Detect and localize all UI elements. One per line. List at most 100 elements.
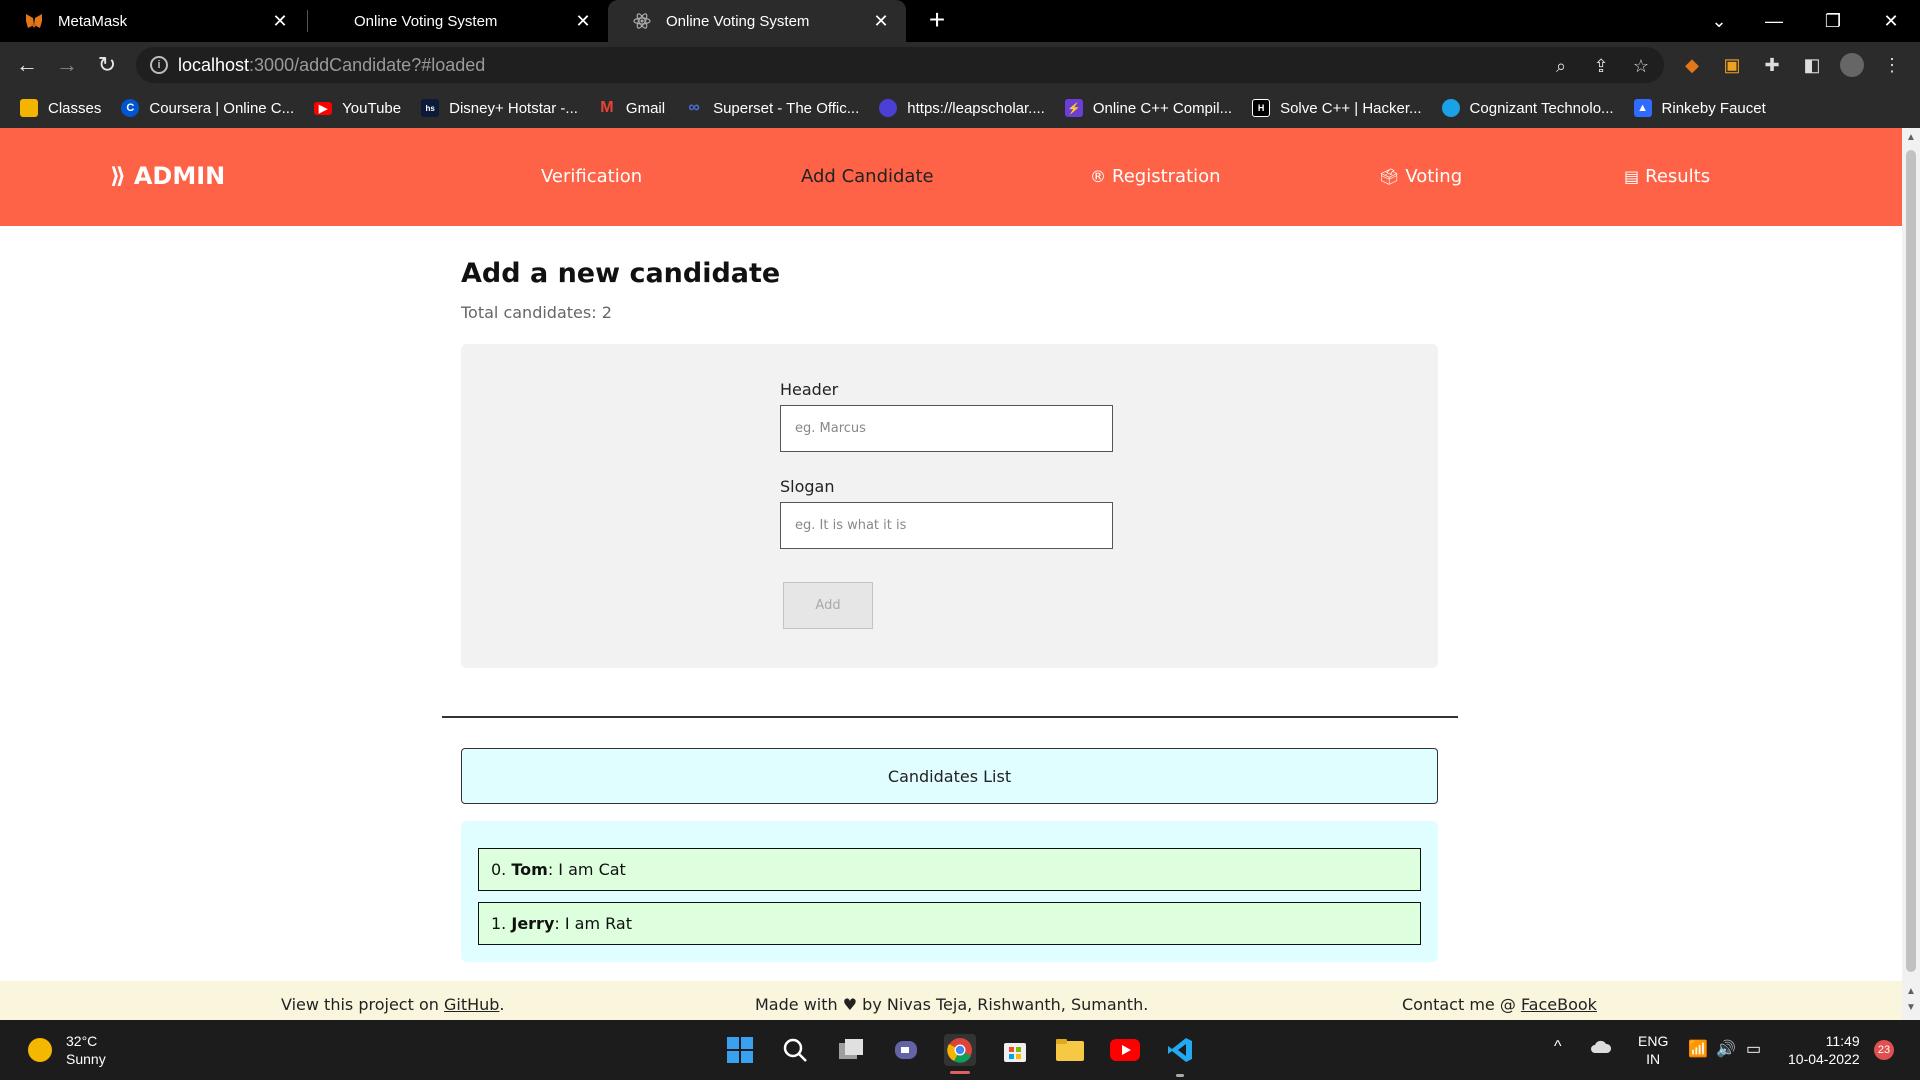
page-scrollbar[interactable]: ▲ ▲ ▼ <box>1902 128 1920 1020</box>
battery-icon[interactable]: ▭ <box>1746 1039 1761 1059</box>
metamask-extension-icon[interactable]: ◆ <box>1680 53 1704 77</box>
windows-taskbar: 32°C Sunny ^ ENG IN 📶 🔊 ▭ 11:49 10-04-20… <box>0 1020 1920 1080</box>
side-panel-icon[interactable]: ◧ <box>1800 53 1824 77</box>
add-button[interactable]: Add <box>783 582 873 629</box>
tab-title: MetaMask <box>58 12 128 30</box>
zoom-icon[interactable]: ⌕ <box>1550 55 1572 77</box>
vscode-icon[interactable] <box>1164 1034 1196 1066</box>
wifi-icon[interactable]: 📶 <box>1688 1039 1708 1059</box>
task-view-icon[interactable] <box>835 1034 867 1066</box>
bookmark-coursera[interactable]: C Coursera | Online C... <box>121 99 294 117</box>
language-indicator[interactable]: ENG IN <box>1638 1032 1668 1068</box>
profile-avatar[interactable] <box>1840 53 1864 77</box>
volume-icon[interactable]: 🔊 <box>1716 1039 1736 1059</box>
onedrive-cloud-icon[interactable] <box>1590 1040 1612 1057</box>
reload-button[interactable]: ↻ <box>92 50 122 80</box>
chrome-menu-icon[interactable]: ⋮ <box>1880 53 1904 77</box>
windows-start-icon[interactable] <box>724 1034 756 1066</box>
scroll-up-arrow-icon[interactable]: ▲ <box>1902 984 1920 1000</box>
site-info-icon[interactable]: i <box>150 56 168 74</box>
header-input[interactable] <box>780 405 1113 452</box>
url-text[interactable]: localhost:3000/addCandidate?#loaded <box>178 55 485 76</box>
bookmark-cognizant[interactable]: Cognizant Technolo... <box>1441 99 1614 117</box>
screen-capture-extension-icon[interactable]: ▣ <box>1720 53 1744 77</box>
add-candidate-form: Header Slogan Add <box>461 344 1438 668</box>
active-app-indicator <box>950 1071 970 1074</box>
hackerrank-icon: H <box>1252 99 1271 117</box>
show-hidden-icons-chevron-icon[interactable]: ^ <box>1554 1038 1562 1056</box>
coursera-icon: C <box>121 99 140 117</box>
bookmark-rinkeby[interactable]: ▲ Rinkeby Faucet <box>1633 99 1766 117</box>
minimize-button[interactable]: — <box>1751 0 1797 42</box>
github-link[interactable]: GitHub <box>444 995 499 1014</box>
poll-icon: ▤ <box>1624 167 1640 186</box>
faucet-icon: ▲ <box>1633 99 1652 117</box>
forward-button[interactable]: → <box>52 50 82 80</box>
bookmark-hotstar[interactable]: hs Disney+ Hotstar -... <box>421 99 578 117</box>
weather-widget[interactable]: 32°C Sunny <box>28 1032 106 1068</box>
tab-metamask[interactable]: MetaMask ✕ <box>0 0 305 42</box>
candidate-slogan: : I am Cat <box>547 860 626 879</box>
bookmark-superset[interactable]: ∞ Superset - The Offic... <box>685 99 859 117</box>
candidate-name: Jerry <box>511 914 555 933</box>
bookmark-star-icon[interactable]: ☆ <box>1630 55 1652 77</box>
heart-icon: ♥ <box>842 995 858 1014</box>
list-item: 1. Jerry: I am Rat <box>478 902 1421 945</box>
scroll-thumb[interactable] <box>1906 150 1916 972</box>
tab-voting-2[interactable]: Online Voting System ✕ <box>608 0 906 42</box>
classroom-icon <box>20 99 38 117</box>
close-tab-icon[interactable]: ✕ <box>572 10 594 32</box>
nav-verification[interactable]: Verification <box>541 166 642 187</box>
footer-github-text: View this project on GitHub. <box>281 995 505 1014</box>
microsoft-store-icon[interactable] <box>999 1034 1031 1066</box>
bookmark-classes[interactable]: Classes <box>20 99 101 117</box>
scroll-up-arrow-icon[interactable]: ▲ <box>1902 130 1920 146</box>
search-icon[interactable] <box>779 1034 811 1066</box>
nav-add-candidate[interactable]: Add Candidate <box>801 166 934 187</box>
leapscholar-icon <box>879 99 898 117</box>
hotstar-icon: hs <box>421 99 440 117</box>
scroll-down-arrow-icon[interactable]: ▼ <box>1902 1000 1920 1016</box>
youtube-icon: ▶ <box>314 101 333 115</box>
bookmark-leapscholar[interactable]: https://leapscholar.... <box>879 99 1045 117</box>
facebook-link[interactable]: FaceBook <box>1521 995 1597 1014</box>
close-tab-icon[interactable]: ✕ <box>870 10 892 32</box>
page-header: Add a new candidate Total candidates: 2 <box>461 258 1437 322</box>
close-tab-icon[interactable]: ✕ <box>269 10 291 32</box>
bookmark-gmail[interactable]: M Gmail <box>598 99 665 117</box>
chrome-icon[interactable] <box>944 1034 976 1066</box>
clock[interactable]: 11:49 10-04-2022 <box>1788 1032 1860 1068</box>
address-bar[interactable]: i localhost:3000/addCandidate?#loaded ⌕ … <box>136 47 1664 83</box>
tab-voting-1[interactable]: Online Voting System ✕ <box>310 0 608 42</box>
restore-button[interactable]: ❐ <box>1810 0 1856 42</box>
notification-badge[interactable]: 23 <box>1874 1040 1894 1060</box>
registered-icon: ® <box>1090 167 1106 186</box>
candidates-list: 0. Tom: I am Cat 1. Jerry: I am Rat <box>461 821 1438 962</box>
browser-tab-strip: MetaMask ✕ Online Voting System ✕ Online… <box>0 0 1920 42</box>
tab-search-chevron-icon[interactable]: ⌄ <box>1696 0 1742 42</box>
section-divider <box>442 716 1458 718</box>
new-tab-button[interactable]: + <box>922 6 952 36</box>
close-window-button[interactable]: ✕ <box>1868 0 1914 42</box>
bookmark-youtube[interactable]: ▶ YouTube <box>314 100 401 117</box>
candidate-name: Tom <box>511 860 548 879</box>
bookmark-online-compiler[interactable]: ⚡ Online C++ Compil... <box>1064 99 1232 117</box>
youtube-app-icon[interactable] <box>1109 1034 1141 1066</box>
extensions-puzzle-icon[interactable]: ✚ <box>1760 53 1784 77</box>
brand-logo[interactable]: ⟫ ADMIN <box>110 162 225 190</box>
slogan-input[interactable] <box>780 502 1113 549</box>
nav-registration[interactable]: ® Registration <box>1090 166 1221 187</box>
nav-results[interactable]: ▤ Results <box>1624 166 1710 187</box>
share-icon[interactable]: ⇪ <box>1590 55 1612 77</box>
footer-credits: Made with ♥ by Nivas Teja, Rishwanth, Su… <box>755 995 1149 1014</box>
back-button[interactable]: ← <box>12 50 42 80</box>
teams-chat-icon[interactable] <box>890 1034 922 1066</box>
bookmark-hackerrank[interactable]: H Solve C++ | Hacker... <box>1252 99 1422 117</box>
react-icon <box>632 11 652 31</box>
metamask-fox-icon <box>24 11 44 31</box>
file-explorer-icon[interactable] <box>1054 1034 1086 1066</box>
footer-contact: Contact me @ FaceBook <box>1402 995 1597 1014</box>
compiler-icon: ⚡ <box>1064 99 1083 117</box>
tab-separator <box>307 10 308 32</box>
nav-voting[interactable]: 🗳 Voting <box>1379 166 1462 187</box>
